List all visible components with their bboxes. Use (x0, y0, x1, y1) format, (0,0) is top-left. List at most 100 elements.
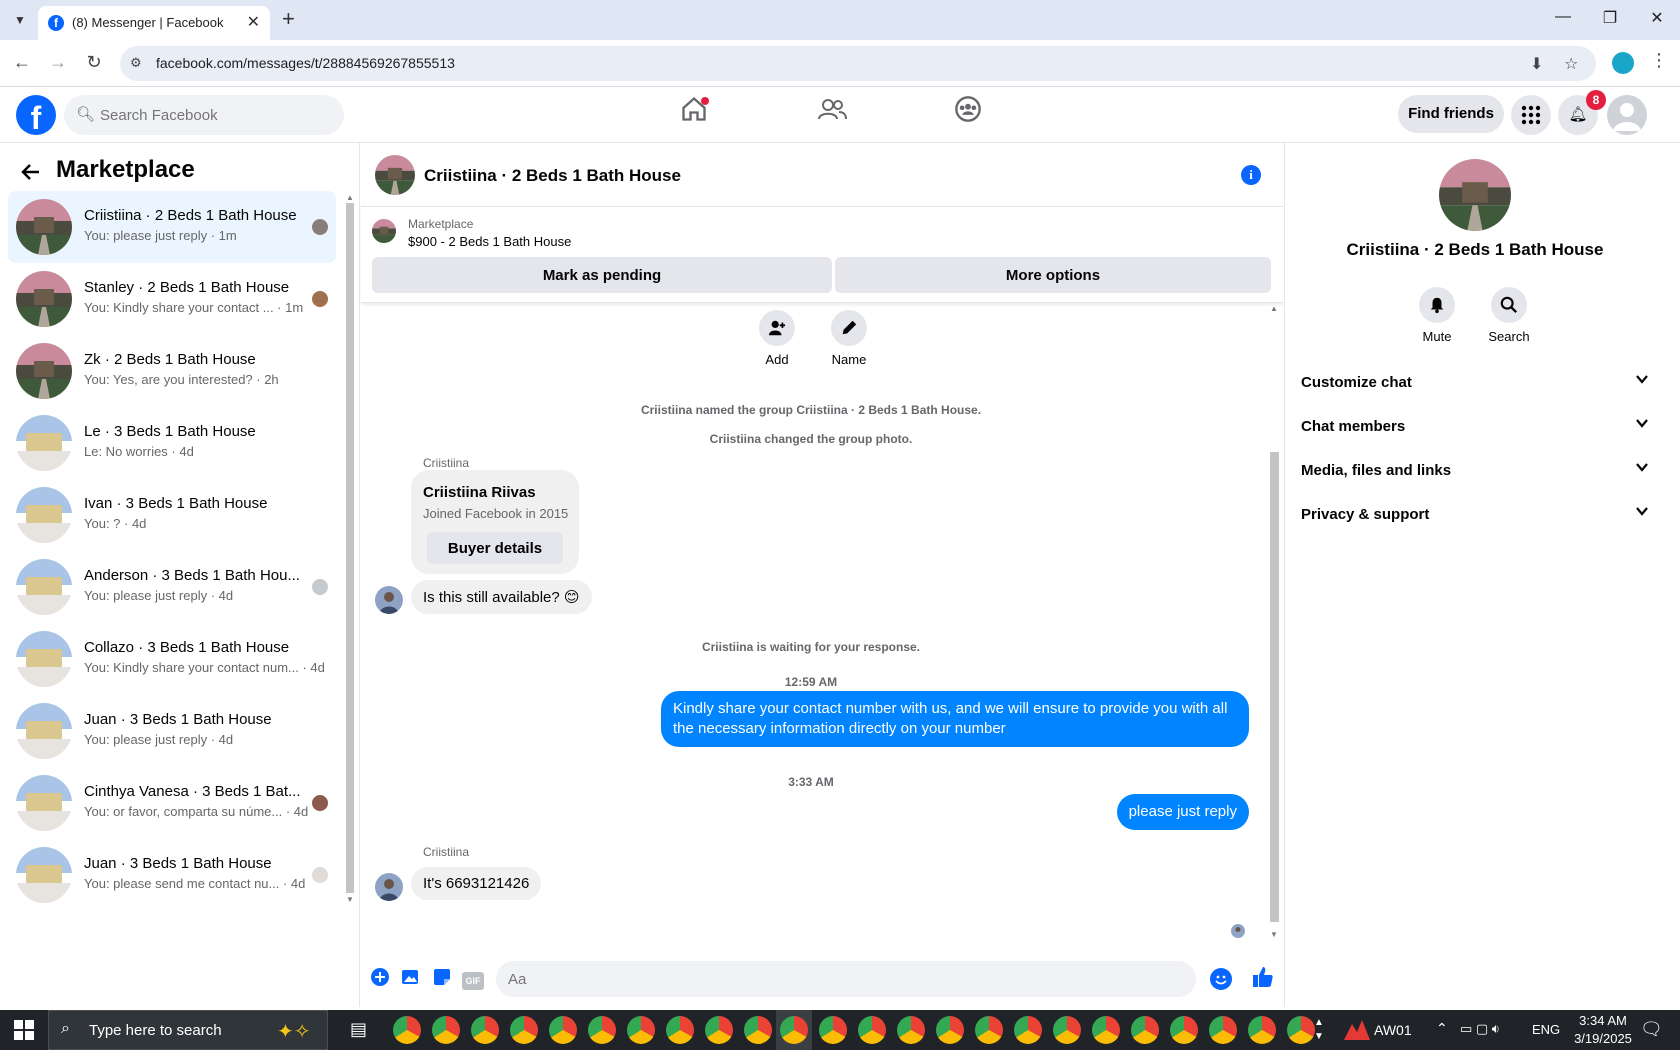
chrome-icon[interactable] (819, 1016, 847, 1044)
list-item[interactable]: Juan · 3 Beds 1 Bath House You: please s… (8, 839, 336, 911)
groups-icon[interactable] (948, 95, 988, 135)
more-options-button[interactable]: More options (835, 257, 1271, 293)
site-info-icon[interactable]: ⚙ (130, 55, 142, 71)
incoming-message[interactable]: Is this still available? 😊 (411, 580, 592, 614)
chrome-icon[interactable] (1248, 1016, 1276, 1044)
omnibox[interactable]: ⚙ facebook.com/messages/t/28884569267855… (120, 46, 1596, 81)
find-friends-button[interactable]: Find friends (1398, 95, 1504, 133)
forward-icon[interactable]: → (46, 52, 70, 73)
account-avatar[interactable] (1607, 95, 1647, 135)
chrome-icon[interactable] (858, 1016, 886, 1044)
new-tab-button[interactable]: + (282, 6, 295, 32)
gif-icon[interactable]: GIF (462, 967, 484, 990)
list-item[interactable]: Criistiina · 2 Beds 1 Bath House You: pl… (8, 191, 336, 263)
browser-profile-avatar[interactable] (1612, 52, 1634, 74)
chrome-icon[interactable] (1170, 1016, 1198, 1044)
message-input[interactable] (496, 961, 1196, 997)
chat-avatar[interactable] (375, 155, 415, 195)
group-photo[interactable] (1439, 159, 1511, 231)
incoming-message[interactable]: It's 6693121426 (411, 867, 542, 900)
restore-icon[interactable]: ❐ (1595, 8, 1625, 28)
close-tab-icon[interactable]: ✕ (247, 12, 260, 32)
listing-thumbnail[interactable] (372, 219, 396, 243)
tab-list-chevron-icon[interactable]: ▼ (8, 8, 32, 32)
chrome-icon[interactable] (1053, 1016, 1081, 1044)
sender-avatar[interactable] (375, 586, 403, 614)
friends-icon[interactable] (812, 95, 852, 135)
chrome-icon[interactable] (1131, 1016, 1159, 1044)
facebook-search[interactable]: 🔍︎ (64, 95, 344, 135)
chrome-icon[interactable] (705, 1016, 733, 1044)
emoji-icon[interactable] (1210, 968, 1232, 990)
chrome-icon[interactable] (1209, 1016, 1237, 1044)
list-item[interactable]: Cinthya Vanesa · 3 Beds 1 Bat... You: or… (8, 767, 336, 839)
close-window-icon[interactable]: ✕ (1642, 8, 1672, 28)
browser-menu-icon[interactable]: ⋮ (1650, 50, 1668, 71)
clock-time[interactable]: 3:34 AM (1578, 1013, 1628, 1028)
chrome-icon[interactable] (1092, 1016, 1120, 1044)
mute-button[interactable]: Mute (1407, 287, 1467, 344)
chat-members-section[interactable]: Chat members (1295, 408, 1649, 448)
url-text[interactable]: facebook.com/messages/t/2888456926785551… (156, 55, 455, 71)
list-item[interactable]: Le · 3 Beds 1 Bath House Le: No worries … (8, 407, 336, 479)
chrome-icon[interactable] (588, 1016, 616, 1044)
sidebar-scrollbar[interactable]: ▲ ▼ (344, 193, 356, 904)
task-view-icon[interactable]: ▤ (350, 1019, 367, 1040)
account-name[interactable]: AW01 (1374, 1022, 1412, 1038)
chrome-icon-active[interactable] (780, 1016, 808, 1044)
list-item[interactable]: Stanley · 2 Beds 1 Bath House You: Kindl… (8, 263, 336, 335)
chrome-icon[interactable] (510, 1016, 538, 1044)
customize-chat-section[interactable]: Customize chat (1295, 364, 1649, 404)
install-app-icon[interactable]: ⬇ (1530, 54, 1543, 74)
media-files-links-section[interactable]: Media, files and links (1295, 452, 1649, 492)
sticker-icon[interactable] (431, 967, 453, 989)
menu-grid-icon[interactable] (1511, 95, 1551, 135)
listing-price[interactable]: $900 - 2 Beds 1 Bath House (408, 234, 571, 249)
tray-status-icons[interactable]: ▭ ▢ 🔉︎ (1460, 1021, 1500, 1037)
mark-as-pending-button[interactable]: Mark as pending (372, 257, 832, 293)
windows-start-icon[interactable] (14, 1020, 34, 1040)
chrome-icon[interactable] (471, 1016, 499, 1044)
list-item[interactable]: Collazo · 3 Beds 1 Bath House You: Kindl… (8, 623, 336, 695)
buyer-name[interactable]: Criistiina Riivas (423, 484, 536, 501)
notification-center-icon[interactable]: 🗨︎ (1640, 1019, 1663, 1040)
reload-icon[interactable]: ↻ (82, 52, 106, 73)
list-item[interactable]: Anderson · 3 Beds 1 Bath Hou... You: ple… (8, 551, 336, 623)
bookmark-star-icon[interactable]: ☆ (1564, 54, 1578, 74)
rename-button[interactable]: Name (819, 310, 879, 367)
chrome-icon[interactable] (393, 1016, 421, 1044)
chrome-icon[interactable] (549, 1016, 577, 1044)
chrome-icon[interactable] (936, 1016, 964, 1044)
clock-date[interactable]: 3/19/2025 (1572, 1031, 1634, 1046)
taskbar-search[interactable]: ⌕ Type here to search ✦✧ (48, 1010, 328, 1050)
back-arrow-icon[interactable] (20, 161, 42, 189)
like-thumb-icon[interactable] (1251, 965, 1273, 987)
chrome-icon[interactable] (1014, 1016, 1042, 1044)
chrome-icon[interactable] (897, 1016, 925, 1044)
message-scrollbar[interactable]: ▲ ▼ (1267, 304, 1281, 942)
chrome-icon[interactable] (975, 1016, 1003, 1044)
privacy-support-section[interactable]: Privacy & support (1295, 496, 1649, 536)
list-item[interactable]: Ivan · 3 Beds 1 Bath House You: ? · 4d (8, 479, 336, 551)
minimize-icon[interactable]: — (1548, 8, 1578, 26)
list-item[interactable]: Zk · 2 Beds 1 Bath House You: Yes, are y… (8, 335, 336, 407)
add-people-button[interactable]: Add (747, 310, 807, 367)
chat-title[interactable]: Criistiina · 2 Beds 1 Bath House (424, 166, 681, 186)
photo-icon[interactable] (400, 967, 422, 989)
chrome-icon[interactable] (744, 1016, 772, 1044)
chrome-icon[interactable] (432, 1016, 460, 1044)
plus-circle-icon[interactable] (369, 967, 391, 989)
tray-overflow-icon[interactable]: ⌃ (1436, 1020, 1448, 1037)
info-icon[interactable]: i (1241, 165, 1261, 185)
home-icon[interactable] (674, 95, 714, 135)
list-item[interactable]: Juan · 3 Beds 1 Bath House You: please j… (8, 695, 336, 767)
facebook-search-input[interactable] (100, 95, 330, 135)
chrome-icon[interactable] (1287, 1016, 1315, 1044)
buyer-details-button[interactable]: Buyer details (427, 532, 563, 564)
input-language[interactable]: ENG (1532, 1022, 1560, 1037)
back-icon[interactable]: ← (10, 52, 34, 73)
facebook-logo[interactable]: f (16, 95, 56, 136)
search-in-chat-button[interactable]: Search (1479, 287, 1539, 344)
taskbar-scroll-arrows[interactable]: ▲ ▼ (1314, 1016, 1324, 1044)
outgoing-message[interactable]: please just reply (1116, 794, 1249, 830)
